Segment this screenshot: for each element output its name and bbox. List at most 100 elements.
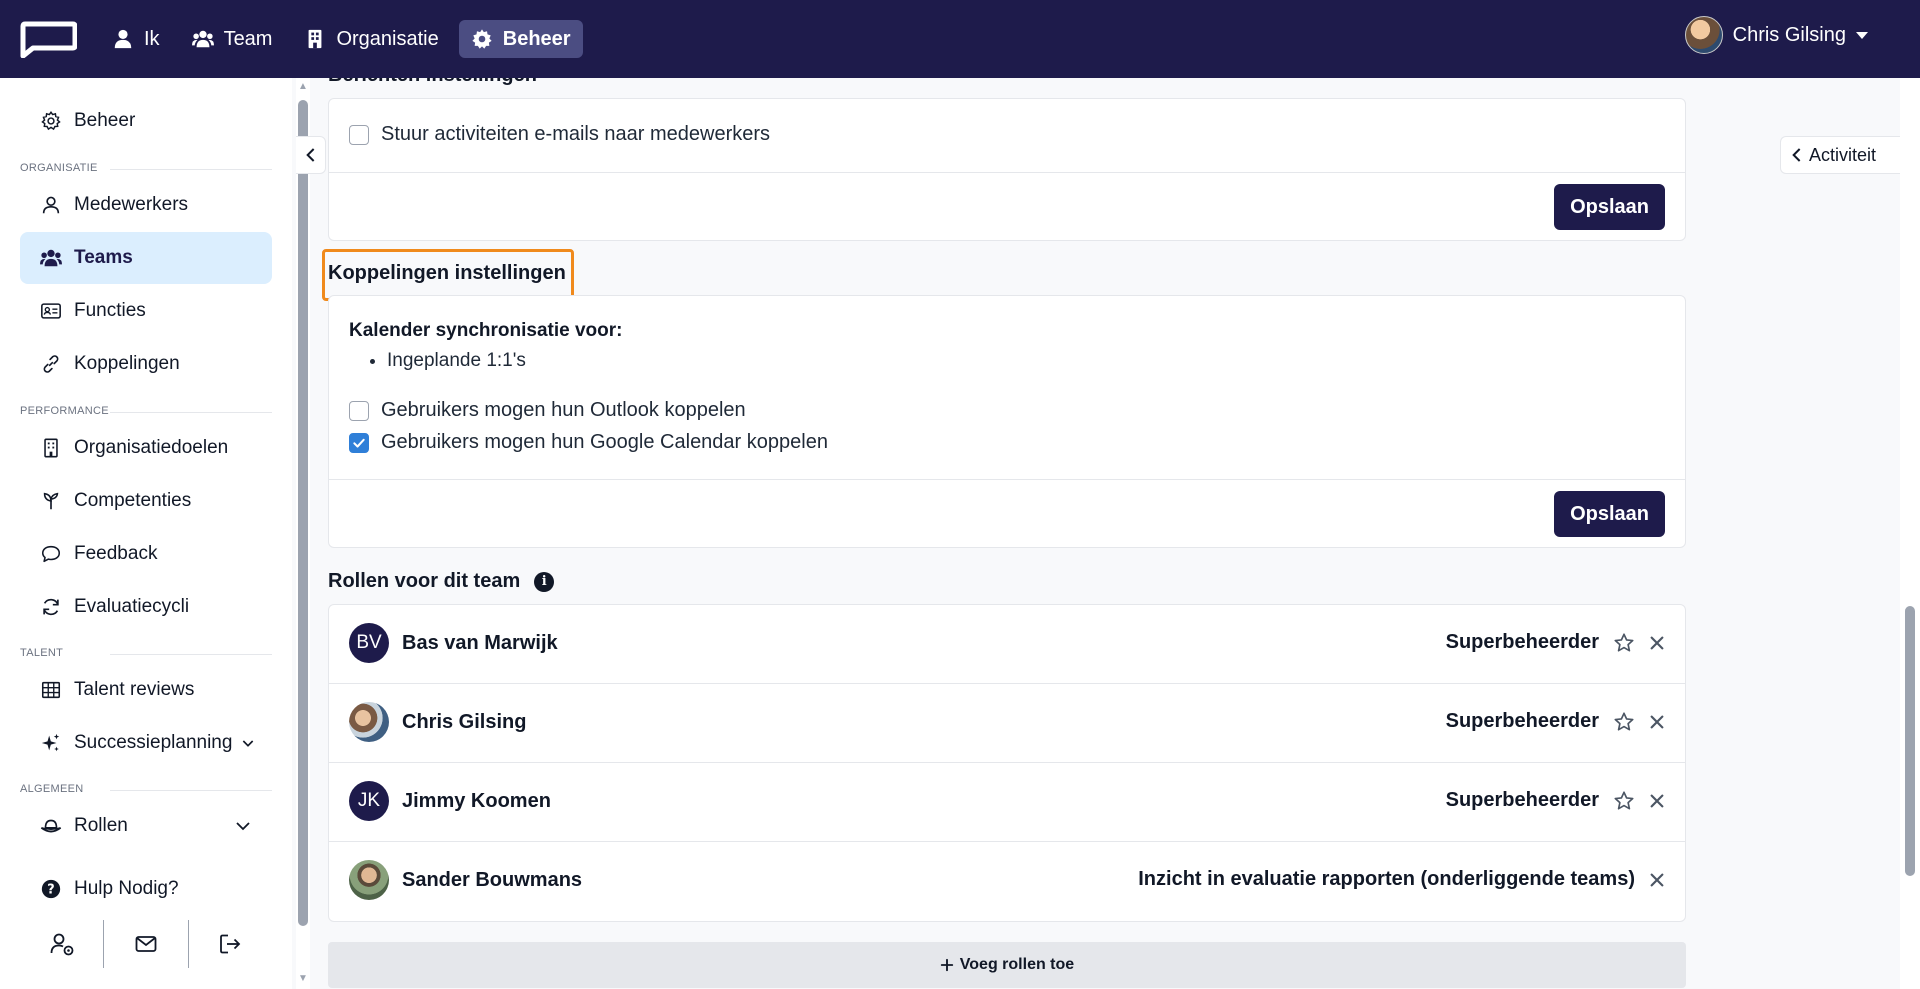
role-actions: Inzicht in evaluatie rapporten (onderlig… xyxy=(1138,868,1665,891)
nav-beheer[interactable]: Beheer xyxy=(458,20,583,58)
users-icon xyxy=(40,249,62,267)
activity-emails-checkbox[interactable] xyxy=(349,124,369,145)
rollen-card: BV Bas van Marwijk Superbeheerder Chris … xyxy=(328,604,1686,922)
star-icon[interactable] xyxy=(1613,790,1635,812)
remove-icon[interactable] xyxy=(1649,793,1665,809)
sidebar-item-talent-reviews-label: Talent reviews xyxy=(74,679,195,700)
sidebar-item-talent-reviews[interactable]: Talent reviews xyxy=(20,664,272,716)
section-divider xyxy=(110,169,272,170)
building-icon xyxy=(309,29,322,49)
user-icon xyxy=(114,29,132,49)
remove-icon[interactable] xyxy=(1649,872,1665,888)
user-menu[interactable]: Chris Gilsing xyxy=(1684,16,1868,54)
google-calendar-checkbox[interactable] xyxy=(349,432,369,453)
star-icon[interactable] xyxy=(1613,632,1635,654)
save-berichten-button[interactable]: Opslaan xyxy=(1554,184,1665,230)
avatar: JK xyxy=(349,781,389,821)
role-person-name: Bas van Marwijk xyxy=(402,632,558,654)
role-label: Superbeheerder xyxy=(1445,789,1599,811)
activity-emails-checkbox-row[interactable]: Stuur activiteiten e-mails naar medewerk… xyxy=(349,123,770,146)
sidebar-item-feedback-label: Feedback xyxy=(74,543,158,564)
section-label-organisatie: ORGANISATIE xyxy=(20,162,98,174)
sidebar-item-medewerkers[interactable]: Medewerkers xyxy=(20,179,272,231)
building-outline-icon xyxy=(44,438,58,458)
nav-team[interactable]: Team xyxy=(180,20,285,58)
section-divider xyxy=(110,654,272,655)
scroll-up-arrow-icon[interactable]: ▲ xyxy=(297,82,309,92)
berichten-card: Stuur activiteiten e-mails naar medewerk… xyxy=(328,98,1686,241)
activity-panel-button[interactable]: Activiteit xyxy=(1780,136,1900,174)
checkmark-icon xyxy=(353,438,365,448)
add-roles-button[interactable]: Voeg rollen toe xyxy=(328,942,1686,988)
seedling-icon xyxy=(43,492,59,510)
sidebar-item-koppelingen[interactable]: Koppelingen xyxy=(20,338,272,390)
sidebar-item-successieplanning[interactable]: Successieplanning xyxy=(20,717,272,769)
sidebar-item-competenties[interactable]: Competenties xyxy=(20,475,272,527)
role-row: Chris Gilsing Superbeheerder xyxy=(329,684,1685,763)
role-label: Superbeheerder xyxy=(1445,631,1599,653)
sidebar-item-rollen[interactable]: Rollen xyxy=(20,800,272,852)
user-avatar xyxy=(1684,16,1723,54)
role-person-name: Jimmy Koomen xyxy=(402,790,551,812)
scroll-down-arrow-icon[interactable]: ▼ xyxy=(297,974,309,984)
chat-bubble-icon xyxy=(41,545,61,563)
sparkles-icon xyxy=(41,733,60,752)
sidebar-scrollbar-thumb[interactable] xyxy=(298,100,308,926)
info-icon[interactable]: i xyxy=(534,571,555,592)
save-koppelingen-button[interactable]: Opslaan xyxy=(1554,491,1665,537)
envelope-icon xyxy=(135,936,157,952)
logout-button[interactable] xyxy=(189,920,272,968)
user-settings-button[interactable] xyxy=(20,920,103,968)
role-actions: Superbeheerder xyxy=(1446,789,1665,812)
sidebar-item-functies[interactable]: Functies xyxy=(20,285,272,337)
sidebar-item-koppelingen-label: Koppelingen xyxy=(74,353,180,374)
sidebar-item-organisatiedoelen[interactable]: Organisatiedoelen xyxy=(20,422,272,474)
sidebar-item-help[interactable]: ? Hulp Nodig? xyxy=(20,863,272,915)
nav-ik-label: Ik xyxy=(144,27,160,50)
sidebar-item-rollen-label: Rollen xyxy=(74,815,128,836)
person-outline-icon xyxy=(42,196,60,214)
activity-label: Activiteit xyxy=(1809,144,1877,165)
main-nav: Ik Team Organisatie Beheer xyxy=(100,20,583,58)
collapse-sidebar-button[interactable] xyxy=(296,136,326,174)
sidebar-item-functies-label: Functies xyxy=(74,300,146,321)
koppelingen-title: Koppelingen instellingen xyxy=(328,262,566,284)
role-row: JK Jimmy Koomen Superbeheerder xyxy=(329,763,1685,842)
sidebar-item-beheer-label: Beheer xyxy=(74,110,136,131)
outlook-checkbox-row[interactable]: Gebruikers mogen hun Outlook koppelen xyxy=(349,399,746,422)
hat-icon xyxy=(40,819,62,833)
main-content: Berichten instellingen Stuur activiteite… xyxy=(310,78,1900,989)
outlook-label: Gebruikers mogen hun Outlook koppelen xyxy=(381,399,746,421)
sidebar-item-medewerkers-label: Medewerkers xyxy=(74,194,189,215)
role-label: Inzicht in evaluatie rapporten (onderlig… xyxy=(1138,868,1635,890)
activity-emails-label: Stuur activiteiten e-mails naar medewerk… xyxy=(381,123,771,145)
link-icon xyxy=(43,355,59,373)
sidebar-item-teams[interactable]: Teams xyxy=(20,232,272,284)
sidebar-item-beheer[interactable]: Beheer xyxy=(20,95,272,147)
mail-button[interactable] xyxy=(104,920,187,968)
logout-icon xyxy=(220,934,241,954)
chevron-left-icon xyxy=(305,148,314,162)
star-icon[interactable] xyxy=(1613,711,1635,733)
rollen-title-text: Rollen voor dit team xyxy=(328,570,521,592)
role-row: Sander Bouwmans Inzicht in evaluatie rap… xyxy=(329,842,1685,921)
users-icon xyxy=(191,30,214,48)
outlook-checkbox[interactable] xyxy=(349,400,369,421)
google-calendar-checkbox-row[interactable]: Gebruikers mogen hun Google Calendar kop… xyxy=(349,431,828,454)
nav-team-label: Team xyxy=(223,27,273,50)
caret-down-icon xyxy=(1856,31,1868,39)
nav-organisatie[interactable]: Organisatie xyxy=(292,20,450,58)
sidebar-item-feedback[interactable]: Feedback xyxy=(20,528,272,580)
avatar xyxy=(349,860,389,900)
sidebar-item-organisatiedoelen-label: Organisatiedoelen xyxy=(74,437,229,458)
app-logo-icon[interactable] xyxy=(19,20,77,58)
sidebar-footer xyxy=(20,920,272,968)
avatar xyxy=(349,702,389,742)
sidebar-item-evaluatiecycli[interactable]: Evaluatiecycli xyxy=(20,581,272,633)
remove-icon[interactable] xyxy=(1649,714,1665,730)
remove-icon[interactable] xyxy=(1649,635,1665,651)
sidebar-item-help-label: Hulp Nodig? xyxy=(74,878,179,899)
main-scrollbar-thumb[interactable] xyxy=(1905,606,1915,876)
nav-ik[interactable]: Ik xyxy=(100,20,172,58)
top-navigation-bar: Ik Team Organisatie Beheer Chris Gilsing xyxy=(0,0,1920,78)
